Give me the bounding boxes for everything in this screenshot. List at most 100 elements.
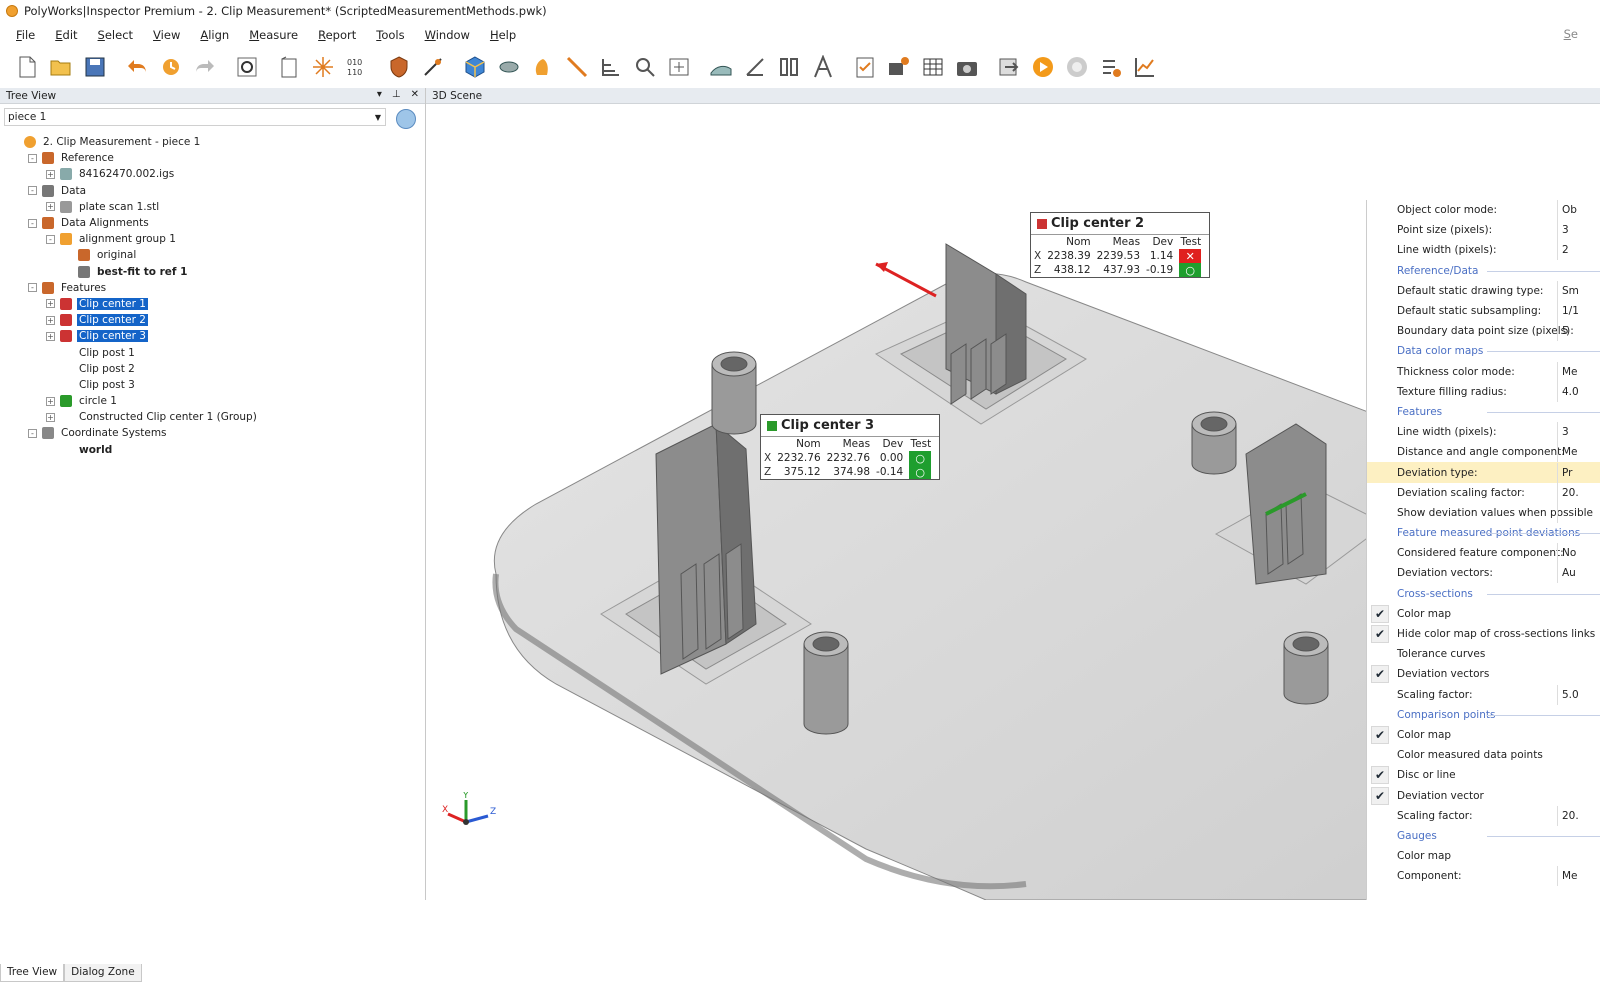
property-value[interactable]: 5 bbox=[1557, 321, 1569, 342]
property-row[interactable]: ✔ Color map bbox=[1367, 725, 1600, 745]
property-value[interactable]: Sm bbox=[1557, 280, 1579, 301]
tree-node[interactable]: 2. Clip Measurement - piece 1 bbox=[0, 134, 420, 150]
property-row[interactable]: Color map bbox=[1367, 846, 1600, 866]
checkbox-checked-icon[interactable]: ✔ bbox=[1371, 766, 1389, 785]
tree-node[interactable]: - Reference bbox=[0, 150, 420, 166]
text-button[interactable] bbox=[810, 54, 836, 80]
play-button[interactable] bbox=[1030, 54, 1056, 80]
tab-tree-view[interactable]: Tree View bbox=[0, 964, 65, 982]
property-value[interactable]: Ob bbox=[1557, 200, 1577, 221]
collapse-icon[interactable]: - bbox=[28, 428, 37, 438]
hand-button[interactable] bbox=[530, 54, 556, 80]
tree-node[interactable]: + Constructed Clip center 1 (Group) bbox=[0, 409, 420, 425]
property-row[interactable]: Considered feature component: No bbox=[1367, 543, 1600, 564]
property-row[interactable]: Texture filling radius: 4.0 bbox=[1367, 381, 1600, 402]
pin-icon[interactable]: ⊥ bbox=[392, 89, 401, 100]
property-row[interactable]: Thickness color mode: Me bbox=[1367, 361, 1600, 382]
angle-button[interactable] bbox=[742, 54, 768, 80]
property-row[interactable]: Distance and angle component: Me bbox=[1367, 442, 1600, 463]
tree-node[interactable]: + circle 1 bbox=[0, 393, 420, 409]
tree-node[interactable]: +84162470.002.igs bbox=[0, 166, 420, 182]
expand-icon[interactable]: + bbox=[46, 202, 55, 212]
property-value[interactable] bbox=[1557, 502, 1562, 523]
save-button[interactable] bbox=[82, 54, 108, 80]
property-value[interactable]: Me bbox=[1557, 442, 1578, 463]
property-row[interactable]: Scaling factor: 20. bbox=[1367, 805, 1600, 826]
menu-view[interactable]: View bbox=[153, 28, 180, 42]
undo-button[interactable] bbox=[124, 54, 150, 80]
tree-node[interactable]: + Clip center 3 bbox=[0, 328, 420, 344]
collapse-icon[interactable]: - bbox=[28, 283, 37, 293]
camera-button[interactable] bbox=[954, 54, 980, 80]
property-value[interactable]: Me bbox=[1557, 866, 1578, 887]
tree-node[interactable]: world bbox=[0, 442, 420, 458]
callout-clip-center-2[interactable]: Clip center 2 Nom Meas Dev Test X 2238.39 223… bbox=[1030, 212, 1210, 278]
property-value[interactable]: Au bbox=[1557, 563, 1576, 584]
menu-edit[interactable]: Edit bbox=[55, 28, 77, 42]
expand-icon[interactable]: + bbox=[46, 169, 55, 179]
collapse-icon[interactable]: - bbox=[28, 218, 37, 228]
expand-icon[interactable]: + bbox=[46, 299, 55, 309]
table-add-button[interactable] bbox=[666, 54, 692, 80]
property-value[interactable]: 3 bbox=[1557, 422, 1569, 443]
binary-button[interactable]: 010 110 bbox=[344, 54, 370, 80]
checkbox-checked-icon[interactable]: ✔ bbox=[1371, 604, 1389, 623]
property-value[interactable]: 3 bbox=[1557, 220, 1569, 241]
property-value[interactable]: 5.0 bbox=[1557, 684, 1579, 705]
checkbox-checked-icon[interactable]: ✔ bbox=[1371, 786, 1389, 805]
tree-node[interactable]: + plate scan 1.stl bbox=[0, 199, 420, 215]
surface-button[interactable] bbox=[708, 54, 734, 80]
scan-button[interactable] bbox=[496, 54, 522, 80]
property-row[interactable]: Line width (pixels): 2 bbox=[1367, 240, 1600, 261]
collapse-icon[interactable]: - bbox=[46, 234, 55, 244]
property-value[interactable]: Me bbox=[1557, 361, 1578, 382]
tree-node[interactable]: + Clip center 1 bbox=[0, 296, 420, 312]
property-row[interactable]: Default static subsampling: 1/1 bbox=[1367, 301, 1600, 322]
menu-tools[interactable]: Tools bbox=[376, 28, 404, 42]
undo-history-button[interactable] bbox=[158, 54, 184, 80]
tree-node[interactable]: best-fit to ref 1 bbox=[0, 264, 420, 280]
measure-line-button[interactable] bbox=[564, 54, 590, 80]
expand-icon[interactable]: + bbox=[46, 331, 55, 341]
property-row[interactable]: Default static drawing type: Sm bbox=[1367, 280, 1600, 301]
probe-button[interactable] bbox=[420, 54, 446, 80]
callout-clip-center-3[interactable]: Clip center 3 Nom Meas Dev Test X 2232.76 223… bbox=[760, 414, 940, 480]
property-row[interactable]: Point size (pixels): 3 bbox=[1367, 220, 1600, 241]
shield-button[interactable] bbox=[386, 54, 412, 80]
menu-align[interactable]: Align bbox=[200, 28, 229, 42]
property-row[interactable]: Scaling factor: 5.0 bbox=[1367, 684, 1600, 705]
tree-node[interactable]: - Features bbox=[0, 280, 420, 296]
property-value[interactable]: Pr bbox=[1557, 462, 1572, 483]
cube-button[interactable] bbox=[462, 54, 488, 80]
tree-node[interactable]: + Clip center 2 bbox=[0, 312, 420, 328]
checkbox-checked-icon[interactable]: ✔ bbox=[1371, 625, 1389, 644]
property-row[interactable]: ✔ Deviation vector bbox=[1367, 785, 1600, 805]
property-row[interactable]: Component: Me bbox=[1367, 866, 1600, 887]
snapshot-button[interactable] bbox=[886, 54, 912, 80]
property-row[interactable]: Line width (pixels): 3 bbox=[1367, 422, 1600, 443]
property-row[interactable]: Deviation scaling factor: 20. bbox=[1367, 482, 1600, 503]
list-button[interactable] bbox=[1098, 54, 1124, 80]
property-value[interactable]: 4.0 bbox=[1557, 381, 1579, 402]
chart-tree-button[interactable] bbox=[598, 54, 624, 80]
properties-icon[interactable] bbox=[396, 109, 416, 129]
property-row[interactable]: Deviation vectors: Au bbox=[1367, 563, 1600, 584]
property-value[interactable]: 20. bbox=[1557, 805, 1579, 826]
menu-window[interactable]: Window bbox=[425, 28, 470, 42]
tree-node[interactable]: Clip post 1 bbox=[0, 344, 420, 360]
menu-file[interactable]: File bbox=[16, 28, 35, 42]
property-row[interactable]: Boundary data point size (pixels): 5 bbox=[1367, 321, 1600, 342]
tree-node[interactable]: Clip post 2 bbox=[0, 361, 420, 377]
stop-button[interactable] bbox=[1064, 54, 1090, 80]
report-button[interactable] bbox=[852, 54, 878, 80]
tree-node[interactable]: Clip post 3 bbox=[0, 377, 420, 393]
menu-measure[interactable]: Measure bbox=[249, 28, 298, 42]
panel-menu-icon[interactable]: ▾ bbox=[377, 89, 382, 100]
menu-report[interactable]: Report bbox=[318, 28, 356, 42]
property-row[interactable]: ✔ Disc or line bbox=[1367, 765, 1600, 785]
search-box-stub[interactable]: Se bbox=[1564, 27, 1578, 41]
piece-selector[interactable]: piece 1 ▼ bbox=[4, 108, 386, 126]
collapse-icon[interactable]: - bbox=[28, 153, 37, 163]
property-row[interactable]: ✔ Hide color map of cross-sections links bbox=[1367, 624, 1600, 644]
property-value[interactable]: 1/1 bbox=[1557, 301, 1579, 322]
